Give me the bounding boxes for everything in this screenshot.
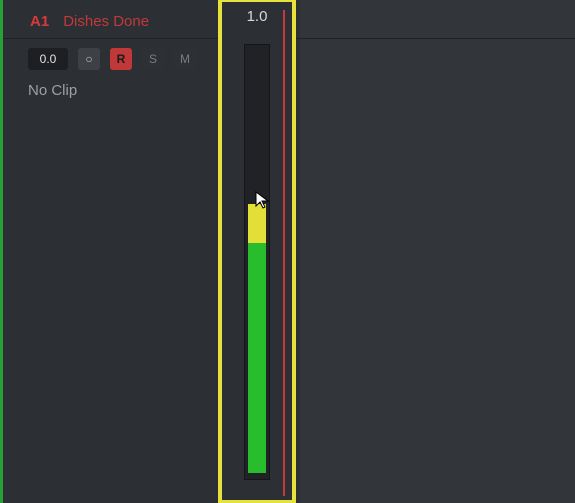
meter-level-green xyxy=(248,243,266,473)
clip-status-label: No Clip xyxy=(28,82,77,99)
fader-value-readout[interactable]: 1.0 xyxy=(222,8,292,25)
link-button[interactable]: ○ xyxy=(78,48,100,70)
meter-level-yellow xyxy=(248,204,266,243)
peak-line xyxy=(283,10,285,496)
meter-column-highlight: 1.0 xyxy=(222,2,292,500)
volume-db-readout[interactable]: 0.0 xyxy=(28,48,68,70)
track-name[interactable]: Dishes Done xyxy=(63,13,149,30)
record-arm-button[interactable]: R xyxy=(110,48,132,70)
track-id: A1 xyxy=(30,13,49,30)
solo-button[interactable]: S xyxy=(142,48,164,70)
mute-button[interactable]: M xyxy=(174,48,196,70)
track-color-stripe xyxy=(0,0,3,503)
track-toolbar: 0.0 ○ R S M xyxy=(28,44,196,74)
level-meter[interactable] xyxy=(244,44,270,480)
track-header: A1 Dishes Done xyxy=(30,6,149,36)
right-panel-bg xyxy=(300,0,575,503)
